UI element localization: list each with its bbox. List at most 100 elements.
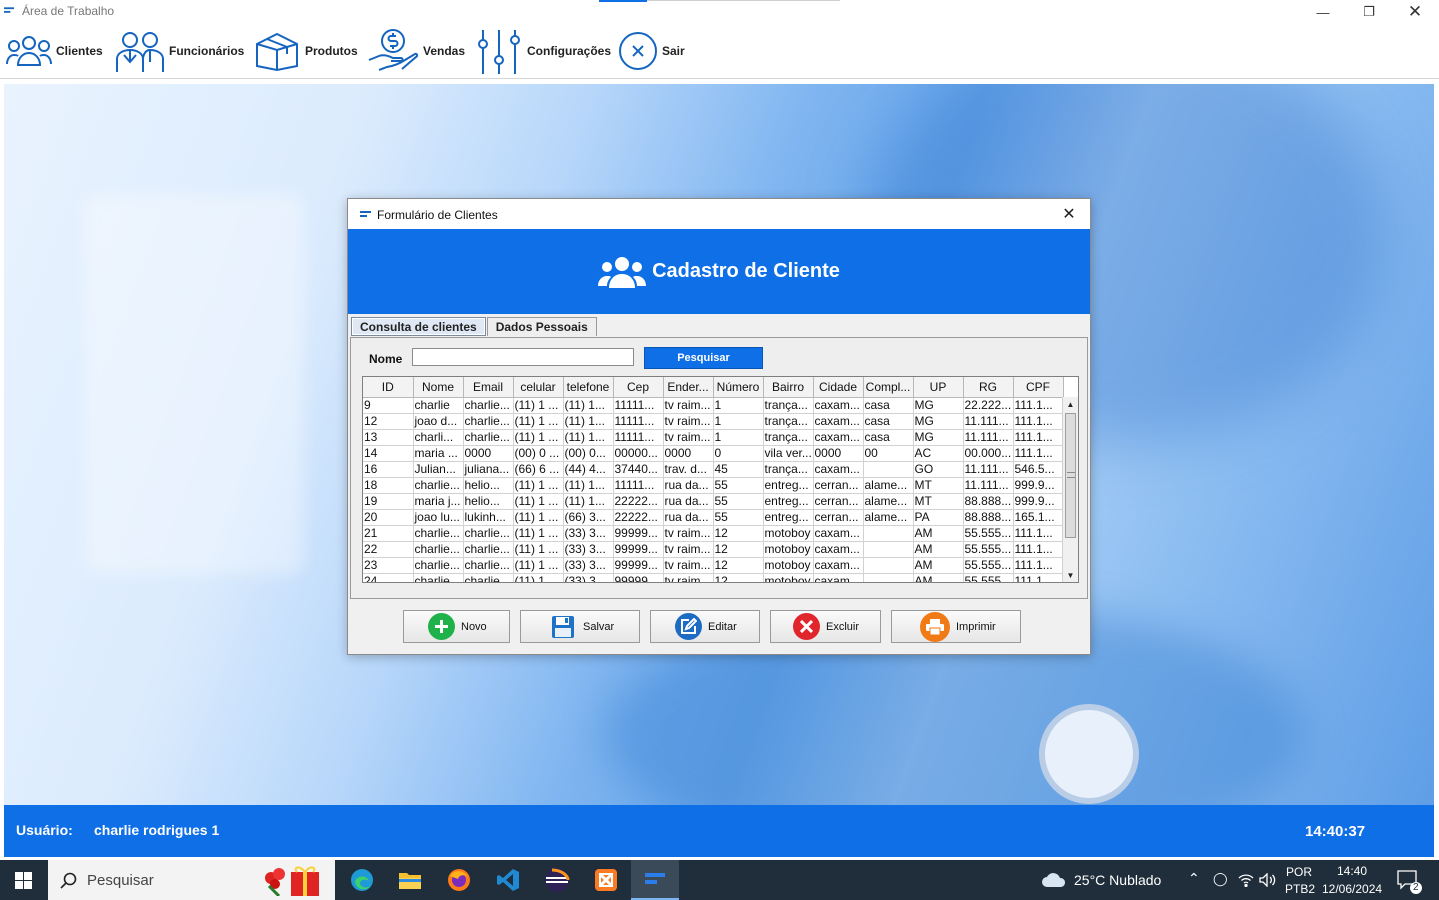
- taskbar-search-box[interactable]: Pesquisar: [48, 860, 335, 900]
- table-cell[interactable]: 0000: [663, 445, 714, 462]
- menu-configuracoes[interactable]: Configurações: [477, 24, 611, 78]
- table-cell[interactable]: 12: [713, 573, 764, 582]
- table-cell[interactable]: 00000...: [613, 445, 664, 462]
- search-button[interactable]: Pesquisar: [644, 347, 763, 369]
- table-cell[interactable]: 55.555...: [963, 557, 1014, 574]
- table-cell[interactable]: charlie...: [463, 525, 514, 542]
- table-cell[interactable]: 12: [713, 557, 764, 574]
- table-cell[interactable]: maria ...: [413, 445, 464, 462]
- table-cell[interactable]: caxam...: [813, 573, 864, 582]
- table-cell[interactable]: helio...: [463, 493, 514, 510]
- table-cell[interactable]: (11) 1 ...: [513, 397, 564, 414]
- table-cell[interactable]: MG: [913, 413, 964, 430]
- table-cell[interactable]: (11) 1...: [563, 413, 614, 430]
- table-cell[interactable]: caxam...: [813, 461, 864, 478]
- table-cell[interactable]: (11) 1 ...: [513, 477, 564, 494]
- table-cell[interactable]: (11) 1...: [563, 397, 614, 414]
- table-cell[interactable]: 18: [363, 477, 414, 494]
- column-header[interactable]: Cidade: [813, 377, 864, 398]
- editar-button[interactable]: Editar: [650, 610, 760, 643]
- table-cell[interactable]: casa: [863, 397, 914, 414]
- column-header[interactable]: celular: [513, 377, 564, 398]
- table-cell[interactable]: charlie...: [463, 573, 514, 582]
- table-cell[interactable]: caxam...: [813, 397, 864, 414]
- table-cell[interactable]: casa: [863, 413, 914, 430]
- table-cell[interactable]: [863, 525, 914, 542]
- column-header[interactable]: ID: [363, 377, 414, 398]
- imprimir-button[interactable]: Imprimir: [891, 610, 1021, 643]
- table-cell[interactable]: motoboy: [763, 573, 814, 582]
- table-scrollbar[interactable]: ▲ ▼: [1062, 397, 1078, 582]
- table-cell[interactable]: 111.1...: [1013, 525, 1064, 542]
- table-cell[interactable]: 22: [363, 541, 414, 558]
- table-cell[interactable]: (33) 3...: [563, 573, 614, 582]
- table-cell[interactable]: 55: [713, 509, 764, 526]
- table-cell[interactable]: 111.1...: [1013, 573, 1064, 582]
- table-cell[interactable]: 11111...: [613, 397, 664, 414]
- speaker-icon[interactable]: [1259, 873, 1277, 887]
- table-cell[interactable]: casa: [863, 429, 914, 446]
- table-cell[interactable]: AM: [913, 541, 964, 558]
- table-cell[interactable]: trança...: [763, 429, 814, 446]
- table-cell[interactable]: charlie: [413, 397, 464, 414]
- table-row[interactable]: 23 charlie... charlie... (11) 1 ... (33) 3..…: [363, 557, 1064, 574]
- table-cell[interactable]: motoboy: [763, 557, 814, 574]
- table-cell[interactable]: 999.9...: [1013, 477, 1064, 494]
- table-cell[interactable]: [863, 461, 914, 478]
- table-cell[interactable]: tv raim...: [663, 525, 714, 542]
- table-cell[interactable]: rua da...: [663, 477, 714, 494]
- table-cell[interactable]: 22222...: [613, 493, 664, 510]
- table-cell[interactable]: 111.1...: [1013, 557, 1064, 574]
- table-cell[interactable]: (11) 1 ...: [513, 493, 564, 510]
- table-cell[interactable]: 99999...: [613, 541, 664, 558]
- menu-clientes[interactable]: Clientes: [6, 24, 103, 78]
- tab-consulta-clientes[interactable]: Consulta de clientes: [351, 317, 486, 336]
- webcam-icon[interactable]: ◯: [1213, 871, 1228, 887]
- scroll-down-arrow-icon[interactable]: ▼: [1063, 568, 1078, 582]
- table-cell[interactable]: 20: [363, 509, 414, 526]
- table-cell[interactable]: AM: [913, 557, 964, 574]
- menu-vendas[interactable]: Vendas: [367, 24, 465, 78]
- table-cell[interactable]: vila ver...: [763, 445, 814, 462]
- table-cell[interactable]: 22222...: [613, 509, 664, 526]
- table-cell[interactable]: motoboy: [763, 525, 814, 542]
- column-header[interactable]: Compl...: [863, 377, 914, 398]
- table-cell[interactable]: (33) 3...: [563, 541, 614, 558]
- table-cell[interactable]: 12: [713, 525, 764, 542]
- table-cell[interactable]: AM: [913, 525, 964, 542]
- table-cell[interactable]: charli...: [413, 429, 464, 446]
- table-cell[interactable]: joao lu...: [413, 509, 464, 526]
- table-cell[interactable]: 24: [363, 573, 414, 582]
- table-cell[interactable]: (11) 1 ...: [513, 509, 564, 526]
- table-cell[interactable]: (11) 1 ...: [513, 573, 564, 582]
- table-cell[interactable]: motoboy: [763, 541, 814, 558]
- table-cell[interactable]: 19: [363, 493, 414, 510]
- table-cell[interactable]: rua da...: [663, 493, 714, 510]
- table-cell[interactable]: tv raim...: [663, 573, 714, 582]
- table-row[interactable]: 16 Julian... juliana... (66) 6 ... (44) 4...…: [363, 461, 1064, 478]
- table-cell[interactable]: (11) 1 ...: [513, 557, 564, 574]
- table-row[interactable]: 9 charlie charlie... (11) 1 ... (11) 1... 111…: [363, 397, 1064, 414]
- table-row[interactable]: 21 charlie... charlie... (11) 1 ... (33) 3..…: [363, 525, 1064, 542]
- chevron-up-icon[interactable]: ⌃: [1188, 870, 1200, 887]
- column-header[interactable]: Email: [463, 377, 514, 398]
- table-cell[interactable]: (11) 1...: [563, 493, 614, 510]
- scrollbar-thumb[interactable]: [1065, 413, 1076, 538]
- table-cell[interactable]: entreg...: [763, 493, 814, 510]
- table-cell[interactable]: charlie...: [413, 541, 464, 558]
- table-cell[interactable]: alame...: [863, 477, 914, 494]
- table-cell[interactable]: joao d...: [413, 413, 464, 430]
- dialog-close-button[interactable]: ✕: [1054, 202, 1084, 226]
- table-cell[interactable]: 88.888...: [963, 493, 1014, 510]
- table-cell[interactable]: (11) 1 ...: [513, 541, 564, 558]
- table-row[interactable]: 12 joao d... charlie... (11) 1 ... (11) 1...…: [363, 413, 1064, 430]
- table-cell[interactable]: tv raim...: [663, 541, 714, 558]
- table-cell[interactable]: 12: [363, 413, 414, 430]
- taskbar-file-explorer[interactable]: [386, 860, 434, 900]
- table-cell[interactable]: tv raim...: [663, 429, 714, 446]
- table-cell[interactable]: 13: [363, 429, 414, 446]
- table-cell[interactable]: AC: [913, 445, 964, 462]
- table-cell[interactable]: 111.1...: [1013, 397, 1064, 414]
- table-cell[interactable]: trança...: [763, 413, 814, 430]
- table-cell[interactable]: charlie...: [463, 429, 514, 446]
